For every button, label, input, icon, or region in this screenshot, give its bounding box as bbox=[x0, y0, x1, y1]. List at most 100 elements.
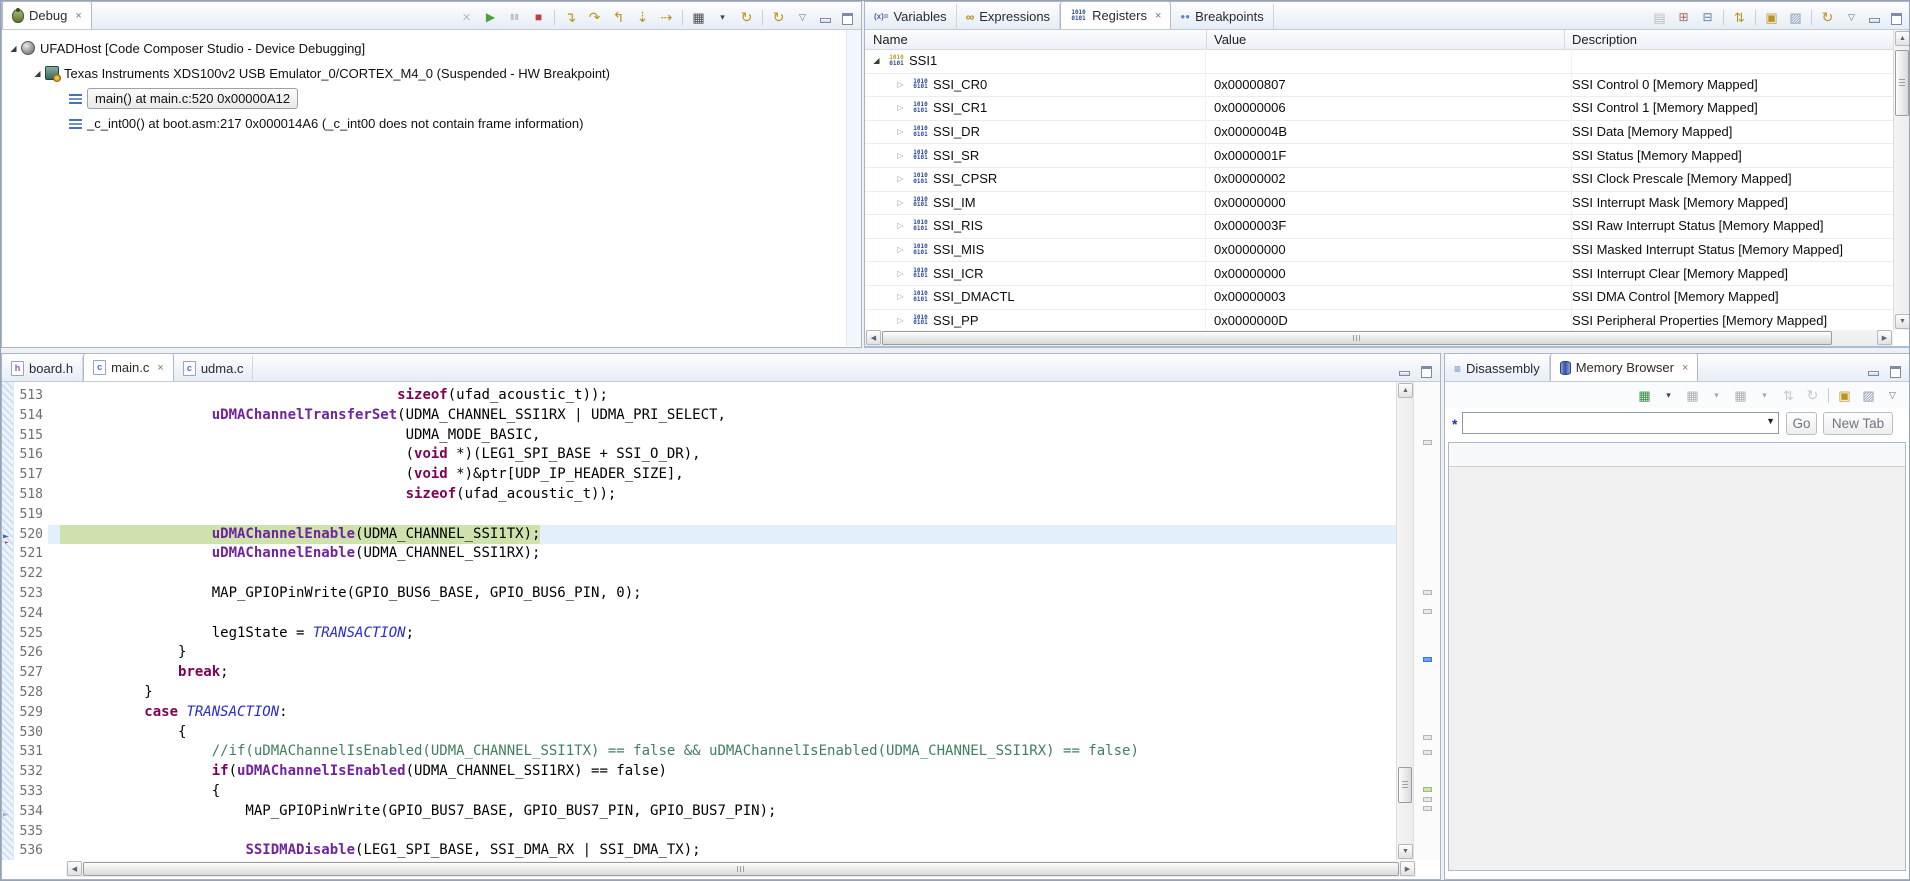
register-value[interactable]: 0x00000002 bbox=[1206, 167, 1572, 191]
tab-memory-browser[interactable]: Memory Browser × bbox=[1549, 353, 1699, 381]
collapse-all-icon[interactable]: ⊟ bbox=[1699, 9, 1716, 25]
collapse-arrow-icon[interactable]: ▷ bbox=[895, 174, 906, 183]
registers-horizontal-scrollbar[interactable]: ◀ ▶ bbox=[865, 330, 1893, 346]
restart-icon[interactable]: ↻ bbox=[738, 9, 755, 25]
close-icon[interactable]: × bbox=[157, 362, 163, 374]
tab-debug[interactable]: Debug × bbox=[2, 1, 92, 29]
scroll-right-icon[interactable]: ▶ bbox=[1877, 330, 1892, 345]
code-line-534[interactable]: ► 534 MAP_GPIOPinWrite(GPIO_BUS7_BASE, GP… bbox=[2, 802, 1396, 822]
expand-tree-icon[interactable]: ⊞ bbox=[1675, 9, 1692, 25]
tab-udma-c[interactable]: c udma.c bbox=[174, 356, 254, 381]
code-line-529[interactable]: 529 case TRANSACTION: bbox=[2, 703, 1396, 723]
code-line-517[interactable]: 517 (void *)&ptr[UDP_IP_HEADER_SIZE], bbox=[2, 465, 1396, 485]
view-menu-icon[interactable]: ▽ bbox=[1843, 9, 1860, 25]
code-line-536[interactable]: 536 SSIDMADisable(LEG1_SPI_BASE, SSI_DMA… bbox=[2, 841, 1396, 860]
scroll-down-icon[interactable]: ▼ bbox=[1398, 844, 1413, 859]
collapse-arrow-icon[interactable]: ▷ bbox=[895, 127, 906, 136]
column-value[interactable]: Value bbox=[1214, 31, 1246, 48]
collapse-arrow-icon[interactable]: ▷ bbox=[895, 80, 906, 89]
dropdown-disabled-icon[interactable]: ▾ bbox=[1756, 387, 1773, 403]
register-value[interactable]: 0x00000000 bbox=[1206, 190, 1572, 215]
tab-variables[interactable]: (x)= Variables bbox=[865, 4, 957, 29]
register-value[interactable]: 0x00000000 bbox=[1206, 261, 1572, 285]
overview-ruler[interactable] bbox=[1413, 382, 1440, 860]
code-line-531[interactable]: 531 //if(uDMAChannelIsEnabled(UDMA_CHANN… bbox=[2, 742, 1396, 762]
ruler-marker[interactable] bbox=[1423, 750, 1432, 755]
close-icon[interactable]: × bbox=[1155, 10, 1161, 22]
collapse-arrow-icon[interactable]: ▷ bbox=[895, 269, 906, 278]
code-editor[interactable]: 513 sizeof(ufad_acoustic_t)); 514 uDMACha… bbox=[2, 382, 1396, 860]
asm-step-into-icon[interactable]: ⇣ bbox=[634, 9, 651, 25]
suspend-icon[interactable]: ▮▮ bbox=[506, 9, 523, 25]
minimize-button[interactable] bbox=[1397, 364, 1412, 377]
debug-tree-item[interactable]: main() at main.c:520 0x00000A12 bbox=[56, 87, 830, 111]
collapse-arrow-icon[interactable]: ▷ bbox=[895, 292, 906, 301]
register-value[interactable]: 0x00000000 bbox=[1206, 237, 1572, 262]
scroll-right-icon[interactable]: ▶ bbox=[1400, 861, 1415, 876]
fill-memory-icon[interactable]: ▦ bbox=[1732, 387, 1749, 403]
expand-arrow-icon[interactable]: ◢ bbox=[871, 56, 882, 65]
view-menu-icon[interactable]: ▽ bbox=[794, 9, 811, 25]
dropdown-icon[interactable]: ▾ bbox=[714, 9, 731, 25]
step-over-icon[interactable]: ↷ bbox=[586, 9, 603, 25]
refresh-icon[interactable]: ↻ bbox=[770, 9, 787, 25]
minimize-button[interactable] bbox=[1867, 11, 1882, 24]
minimize-button[interactable] bbox=[1866, 364, 1881, 377]
maximize-button[interactable] bbox=[1419, 364, 1434, 378]
scrollbar-thumb[interactable] bbox=[83, 862, 1399, 876]
register-value[interactable]: 0x0000000D bbox=[1206, 308, 1572, 330]
collapse-arrow-icon[interactable]: ▷ bbox=[895, 198, 906, 207]
ruler-marker[interactable] bbox=[1423, 440, 1432, 445]
ruler-marker[interactable] bbox=[1423, 590, 1432, 595]
editor-vertical-scrollbar[interactable]: ▲ ▼ bbox=[1396, 382, 1413, 860]
registers-column-header[interactable]: Name Value Description bbox=[865, 30, 1893, 50]
scroll-up-icon[interactable]: ▲ bbox=[1895, 31, 1909, 46]
column-description[interactable]: Description bbox=[1572, 31, 1637, 48]
collapse-arrow-icon[interactable]: ▷ bbox=[895, 316, 906, 325]
chevron-down-icon[interactable]: ▼ bbox=[1766, 416, 1775, 426]
address-combo[interactable]: ▼ bbox=[1462, 412, 1779, 434]
collapse-arrow-icon[interactable]: ▷ bbox=[895, 245, 906, 254]
code-line-530[interactable]: 530 { bbox=[2, 723, 1396, 743]
tab-main-c[interactable]: c main.c × bbox=[83, 353, 174, 381]
debug-scrollbar-track[interactable] bbox=[846, 30, 861, 346]
ruler-marker[interactable] bbox=[1423, 735, 1432, 740]
tab-registers[interactable]: 1010 0101 Registers × bbox=[1060, 1, 1172, 29]
tab-board-h[interactable]: h board.h bbox=[2, 356, 84, 381]
code-line-520[interactable]: ►520 uDMAChannelEnable(UDMA_CHANNEL_SSI1… bbox=[2, 524, 1396, 552]
register-row[interactable]: ▷ 1010 0101 SSI_RIS 0x0000003F SSI Raw Interr… bbox=[865, 214, 1893, 239]
code-line-514[interactable]: 514 uDMAChannelTransferSet(UDMA_CHANNEL_… bbox=[2, 406, 1396, 426]
show-type-names-icon[interactable]: ▤ bbox=[1651, 9, 1668, 25]
refresh-disabled-icon[interactable]: ↻ bbox=[1804, 387, 1821, 403]
collapse-arrow-icon[interactable]: ▷ bbox=[895, 221, 906, 230]
tab-breakpoints[interactable]: ●● Breakpoints bbox=[1171, 4, 1274, 29]
scrollbar-thumb[interactable] bbox=[882, 331, 1832, 345]
code-line-532[interactable]: 532 if(uDMAChannelIsEnabled(UDMA_CHANNEL… bbox=[2, 762, 1396, 782]
code-line-535[interactable]: 535 bbox=[2, 822, 1396, 842]
code-line-513[interactable]: 513 sizeof(ufad_acoustic_t)); bbox=[2, 386, 1396, 406]
ruler-marker[interactable] bbox=[1423, 806, 1432, 811]
save-memory-icon[interactable]: ▦ bbox=[1684, 387, 1701, 403]
debug-tree-item[interactable]: _c_int00() at boot.asm:217 0x000014A6 (_… bbox=[56, 112, 830, 136]
import-export-disabled-icon[interactable]: ⇅ bbox=[1780, 387, 1797, 403]
code-line-524[interactable]: 524 bbox=[2, 604, 1396, 624]
scrollbar-thumb[interactable] bbox=[1895, 50, 1909, 116]
code-line-528[interactable]: 528 } bbox=[2, 683, 1396, 703]
column-divider[interactable] bbox=[1206, 30, 1207, 49]
column-divider[interactable] bbox=[1564, 30, 1565, 49]
code-line-526[interactable]: 526 } bbox=[2, 643, 1396, 663]
code-line-521[interactable]: 521 uDMAChannelEnable(UDMA_CHANNEL_SSI1R… bbox=[2, 544, 1396, 564]
pin-view-icon[interactable]: ▨ bbox=[1787, 9, 1804, 25]
step-return-icon[interactable]: ↰ bbox=[610, 9, 627, 25]
tab-expressions[interactable]: ∞ Expressions bbox=[957, 4, 1061, 29]
register-value[interactable] bbox=[1206, 49, 1572, 73]
dropdown-disabled-icon[interactable]: ▾ bbox=[1708, 387, 1725, 403]
ruler-marker[interactable] bbox=[1423, 787, 1432, 792]
scrollbar-thumb[interactable] bbox=[1398, 767, 1412, 803]
close-icon[interactable]: × bbox=[75, 10, 81, 22]
close-icon[interactable]: × bbox=[1682, 362, 1688, 374]
register-row[interactable]: ▷ 1010 0101 SSI_DR 0x0000004B SSI Data [Memor… bbox=[865, 119, 1893, 145]
column-name[interactable]: Name bbox=[873, 31, 908, 48]
scroll-up-icon[interactable]: ▲ bbox=[1398, 383, 1413, 398]
code-line-523[interactable]: 523 MAP_GPIOPinWrite(GPIO_BUS6_BASE, GPI… bbox=[2, 584, 1396, 604]
